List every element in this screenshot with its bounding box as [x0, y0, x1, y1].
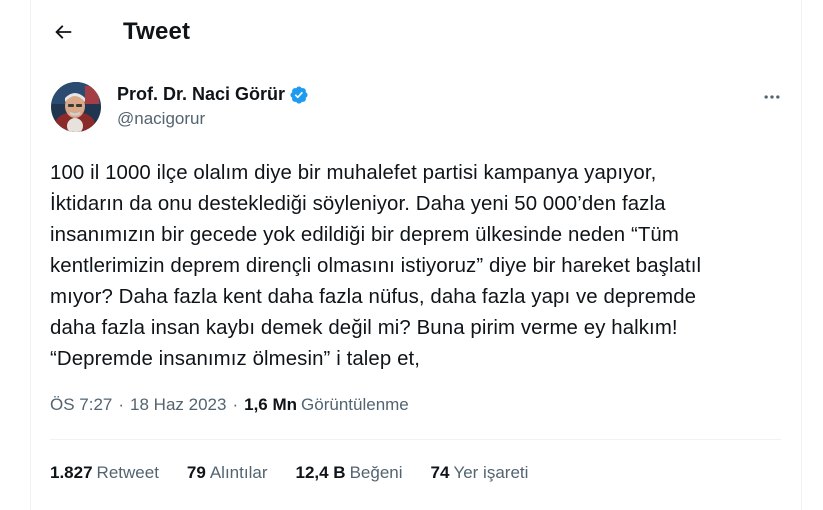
meta-separator: · [118, 395, 125, 414]
bookmarks-label: Yer işareti [453, 463, 529, 482]
back-button[interactable] [45, 14, 81, 50]
divider [50, 439, 781, 440]
author-handle[interactable]: @nacigorur [117, 109, 205, 129]
more-options-button[interactable] [757, 82, 787, 112]
tweet-text: 100 il 1000 ilçe olalım diye bir muhalef… [50, 158, 780, 375]
bookmarks-stat[interactable]: 74 Yer işareti [431, 463, 529, 483]
tweet-line: daha fazla insan kaybı demek değil mi? B… [50, 317, 678, 339]
page-header: Tweet [31, 0, 801, 64]
retweets-stat[interactable]: 1.827 Retweet [50, 463, 159, 483]
quotes-label: Alıntılar [209, 463, 268, 482]
verified-badge-icon [290, 85, 308, 104]
tweet-line: insanımızın bir gecede yok edildiği bir … [50, 224, 679, 246]
tweet-line: mıyor? Daha fazla kent daha fazla nüfus,… [50, 286, 697, 308]
bookmarks-count: 74 [430, 463, 450, 482]
avatar-image [51, 82, 101, 132]
quotes-stat[interactable]: 79 Alıntılar [187, 463, 268, 483]
tweet-meta: ÖS 7:27 · 18 Haz 2023 · 1,6 Mn Görüntüle… [50, 395, 409, 415]
views-label: Görüntülenme [301, 395, 409, 414]
author-name[interactable]: Prof. Dr. Naci Görür [117, 84, 285, 105]
views-count: 1,6 Mn [244, 395, 298, 414]
tweet-line: kentlerimizin deprem dirençli olmasını i… [50, 255, 702, 277]
retweets-label: Retweet [96, 463, 159, 482]
page-title: Tweet [123, 18, 191, 45]
likes-label: Beğeni [349, 463, 403, 482]
tweet-time[interactable]: ÖS 7:27 [50, 395, 112, 415]
tweet-date[interactable]: 18 Haz 2023 [130, 395, 226, 415]
tweet-line: İktidarın da onu desteklediği söyleniyor… [50, 193, 666, 215]
likes-stat[interactable]: 12,4 B Beğeni [295, 463, 402, 483]
tweet-column: Tweet Prof. Dr. Naci Görür @nacigorur 10… [30, 0, 802, 510]
avatar[interactable] [51, 82, 101, 132]
retweets-count: 1.827 [50, 463, 93, 482]
tweet-line: “Depremde insanımız ölmesin” i talep et, [50, 348, 421, 370]
more-dots-icon [764, 95, 780, 99]
author-name-row: Prof. Dr. Naci Görür [117, 84, 309, 105]
arrow-left-icon [55, 25, 72, 39]
likes-count: 12,4 B [295, 463, 346, 482]
tweet-stats: 1.827 Retweet 79 Alıntılar 12,4 B Beğeni 74… [50, 463, 556, 483]
meta-separator: · [232, 395, 239, 414]
tweet-line: 100 il 1000 ilçe olalım diye bir muhalef… [50, 162, 657, 184]
quotes-count: 79 [186, 463, 206, 482]
